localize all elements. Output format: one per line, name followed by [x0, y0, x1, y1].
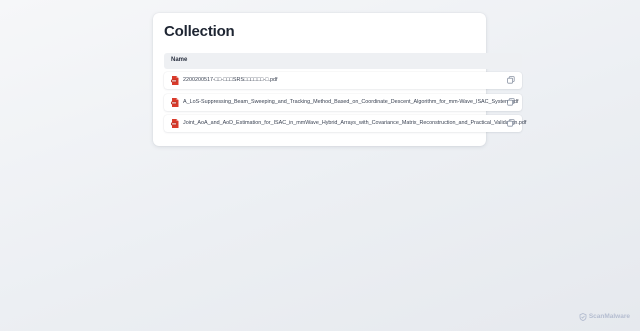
- pdf-file-icon: [171, 98, 179, 107]
- table-row[interactable]: 2200200517-□□-□□□SRS□□□□□□-□.pdf: [164, 72, 522, 89]
- scanmalware-watermark: ScanMalware: [579, 312, 630, 321]
- pdf-file-icon: [171, 119, 179, 128]
- file-name[interactable]: A_LoS-Suppressing_Beam_Sweeping_and_Trac…: [183, 98, 519, 107]
- table-header: Name: [164, 53, 522, 69]
- column-header-name[interactable]: Name: [171, 56, 187, 65]
- pdf-file-icon: [171, 76, 179, 85]
- copy-icon[interactable]: [507, 119, 515, 127]
- copy-icon[interactable]: [507, 76, 515, 84]
- page-title: Collection: [164, 23, 235, 40]
- copy-icon[interactable]: [507, 98, 515, 106]
- watermark-text: ScanMalware: [588, 313, 630, 320]
- scanmalware-logo-icon: [579, 312, 587, 321]
- table-row[interactable]: A_LoS-Suppressing_Beam_Sweeping_and_Trac…: [164, 94, 522, 111]
- file-name[interactable]: Joint_AoA_and_AoD_Estimation_for_ISAC_in…: [183, 119, 526, 128]
- file-name[interactable]: 2200200517-□□-□□□SRS□□□□□□-□.pdf: [183, 76, 278, 85]
- table-row[interactable]: Joint_AoA_and_AoD_Estimation_for_ISAC_in…: [164, 115, 526, 132]
